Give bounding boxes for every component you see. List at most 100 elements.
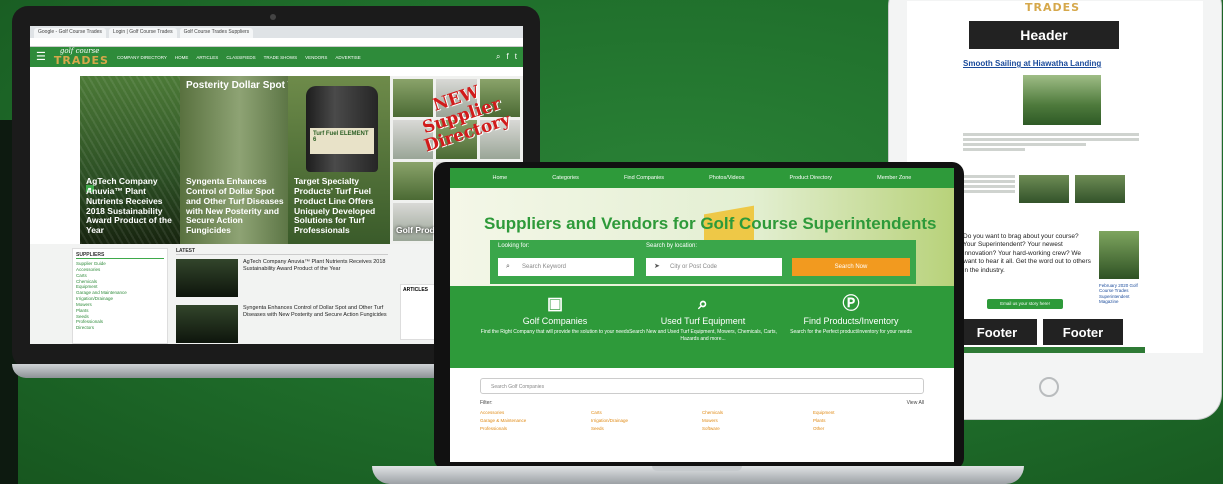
category-link[interactable]: Carts: [591, 410, 702, 415]
brag-question: Do you want to brag about your course? Y…: [963, 233, 1091, 274]
nav-item-vendors[interactable]: VENDORS: [305, 55, 327, 60]
site-logo[interactable]: golf course TRADES: [53, 48, 109, 67]
nav-item-member-zone[interactable]: Member Zone: [877, 175, 911, 181]
address-bar[interactable]: [30, 38, 523, 47]
facebook-icon[interactable]: f: [507, 52, 509, 62]
magnifier-icon: ⌕: [698, 294, 708, 313]
company-search-area: Search Golf Companies Filter: View All A…: [450, 368, 954, 441]
laptop-center-base: [372, 466, 1024, 484]
list-item[interactable]: AgTech Company Anuvia™ Plant Nutrients R…: [176, 259, 388, 297]
article-title: AgTech Company Anuvia™ Plant Nutrients R…: [243, 259, 386, 272]
hero-card[interactable]: Turf Fuel ELEMENT 6 Target Specialty Pro…: [288, 76, 390, 244]
location-label: Search by location:: [646, 243, 698, 249]
section-text: [963, 175, 1015, 195]
browser-tab[interactable]: Google - Golf Course Trades: [34, 28, 106, 38]
directory-nav: Home Categories Find Companies Photos/Vi…: [450, 168, 954, 188]
search-icon[interactable]: ⌕: [496, 52, 500, 62]
footer-placeholder: Footer: [1043, 319, 1123, 345]
story-photo: [1023, 75, 1101, 125]
company-search-input[interactable]: Search Golf Companies: [480, 378, 924, 394]
magazine-cover[interactable]: [1099, 231, 1139, 279]
filter-label: Filter:: [480, 400, 493, 406]
hero-card[interactable]: Posterity Dollar Spot Tri Syngenta Enhan…: [180, 76, 288, 244]
product-jug-image: Turf Fuel ELEMENT 6: [306, 86, 378, 172]
hero-card-title: AgTech Company Anuvia™ Plant Nutrients R…: [86, 176, 172, 236]
category-link[interactable]: Mowers: [702, 418, 813, 423]
category-link[interactable]: Accessories: [480, 410, 591, 415]
id-card-icon: ▣: [546, 294, 564, 313]
category-link[interactable]: Garage & Maintenance: [480, 418, 591, 423]
keyword-label: Looking for:: [498, 243, 530, 249]
category-link[interactable]: Equipment: [813, 410, 924, 415]
section-image: [1019, 175, 1069, 203]
features-band: ▣ Golf Companies Find the Right Company …: [450, 286, 954, 368]
search-now-button[interactable]: Search Now: [792, 258, 910, 276]
latest-heading: LATEST: [176, 248, 388, 255]
hero-card[interactable]: ■ AgTech Company Anuvia™ Plant Nutrients…: [80, 76, 180, 244]
category-link[interactable]: Seeds: [591, 426, 702, 431]
search-icon: ⌕: [506, 263, 510, 270]
nav-item-classifieds[interactable]: CLASSIFIEDS: [226, 55, 255, 60]
feature-find-products[interactable]: Ⓟ Find Products/Inventory Search for the…: [776, 294, 926, 336]
nav-item-advertise[interactable]: ADVERTISE: [335, 55, 360, 60]
nav-item-product-directory[interactable]: Product Directory: [790, 175, 833, 181]
view-all-link[interactable]: View All: [907, 400, 924, 406]
browser-tab-strip: Google - Golf Course Trades Login | Golf…: [30, 26, 523, 38]
category-link[interactable]: Professionals: [480, 426, 591, 431]
category-link[interactable]: Chemicals: [702, 410, 813, 415]
story-text: [963, 133, 1139, 153]
feature-used-equipment[interactable]: ⌕ Used Turf Equipment Search New and Use…: [628, 294, 778, 343]
article-title: Syngenta Enhances Control of Dollar Spot…: [243, 305, 387, 318]
feature-title: Golf Companies: [522, 316, 588, 326]
nav-item-find-companies[interactable]: Find Companies: [624, 175, 664, 181]
camera-dot: [270, 14, 276, 20]
header-placeholder: Header: [969, 21, 1119, 49]
product-p-icon: Ⓟ: [842, 294, 860, 313]
laptop-center: Home Categories Find Companies Photos/Vi…: [434, 162, 964, 470]
hero-card-title: Syngenta Enhances Control of Dollar Spot…: [186, 176, 284, 236]
search-panel: Looking for: Search by location: Search …: [490, 240, 916, 284]
feature-golf-companies[interactable]: ▣ Golf Companies Find the Right Company …: [480, 294, 630, 336]
suppliers-sidebar: SUPPLIERS Supplier Guide Accessories Car…: [72, 248, 168, 344]
sidebar-heading: SUPPLIERS: [76, 252, 164, 259]
nav-item-trade-shows[interactable]: TRADE SHOWS: [264, 55, 298, 60]
list-item[interactable]: Syngenta Enhances Control of Dollar Spot…: [176, 305, 388, 343]
latest-list: LATEST AgTech Company Anuvia™ Plant Nutr…: [176, 248, 388, 344]
feature-desc: Search for the Perfect product/inventory…: [790, 329, 912, 335]
story-title-link[interactable]: Smooth Sailing at Hiawatha Landing: [963, 59, 1101, 68]
logo-wordmark: TRADES: [53, 54, 109, 67]
laptop-center-screen: Home Categories Find Companies Photos/Vi…: [450, 168, 954, 462]
category-link[interactable]: Other: [813, 426, 924, 431]
home-button[interactable]: [1039, 377, 1059, 397]
sidebar-link[interactable]: Directors: [76, 325, 164, 331]
location-arrow-icon: ➤: [654, 263, 660, 270]
section-image: [1075, 175, 1125, 203]
magazine-caption[interactable]: February 2020 Golf Course Trades Superin…: [1099, 283, 1143, 305]
nav-item-home[interactable]: Home: [493, 175, 508, 181]
location-input[interactable]: City or Post Code: [646, 258, 782, 276]
laptop-notch: [652, 466, 742, 471]
nav-item-home[interactable]: HOME: [175, 55, 189, 60]
category-link[interactable]: Irrigation/Drainage: [591, 418, 702, 423]
browser-tab[interactable]: Golf Course Trades Suppliers: [179, 28, 254, 38]
category-link[interactable]: Plants: [813, 418, 924, 423]
nav-item-articles[interactable]: ARTICLES: [196, 55, 218, 60]
nav-item-categories[interactable]: Categories: [552, 175, 579, 181]
site-nav: ☰ golf course TRADES COMPANY DIRECTORY H…: [30, 47, 523, 67]
category-link[interactable]: Software: [702, 426, 813, 431]
nav-item-photos-videos[interactable]: Photos/Videos: [709, 175, 744, 181]
feature-title: Find Products/Inventory: [803, 316, 899, 326]
browser-tab[interactable]: Login | Golf Course Trades: [108, 28, 177, 38]
newsletter-section: [963, 171, 1139, 221]
hamburger-menu-icon[interactable]: ☰: [36, 51, 46, 63]
category-grid: Accessories Carts Chemicals Equipment Ga…: [480, 410, 924, 431]
product-label: Turf Fuel ELEMENT 6: [310, 128, 374, 154]
feature-title: Used Turf Equipment: [660, 316, 746, 326]
keyword-input[interactable]: Search Keyword: [498, 258, 634, 276]
article-thumbnail: [176, 305, 238, 343]
twitter-icon[interactable]: t: [515, 52, 517, 62]
email-story-button[interactable]: Email us your story here!: [987, 299, 1063, 309]
nav-item-company-directory[interactable]: COMPANY DIRECTORY: [117, 55, 167, 60]
hero-card-title: Target Specialty Products' Turf Fuel Pro…: [294, 176, 376, 236]
feature-desc: Find the Right Company that will provide…: [480, 329, 630, 335]
